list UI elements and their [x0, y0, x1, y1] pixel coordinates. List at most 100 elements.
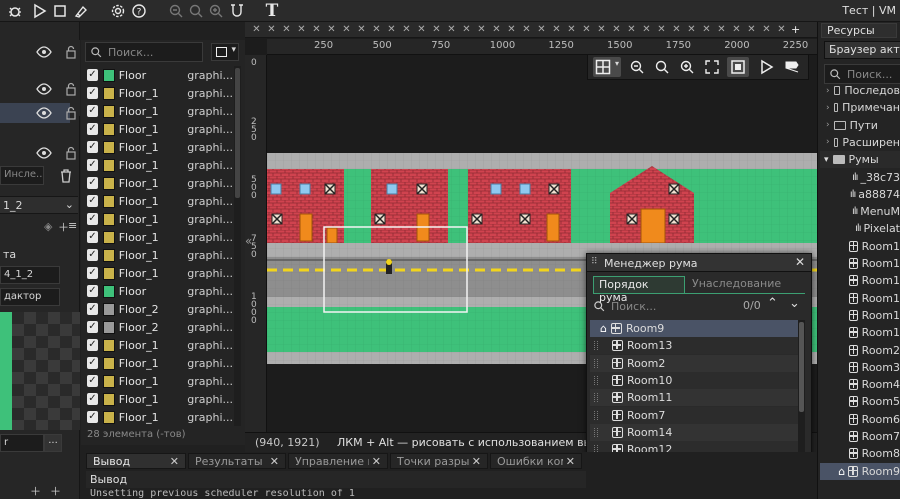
tab-close-icon[interactable]: ✕	[474, 24, 489, 35]
layer-row[interactable]: ✓ Floor graphi...	[81, 282, 233, 300]
room-list-item[interactable]: Room14	[590, 423, 798, 441]
chevron-right-icon[interactable]: ›	[826, 120, 830, 130]
resource-item[interactable]: Room1	[820, 307, 900, 324]
resource-item[interactable]: ⌂ Room9	[820, 462, 900, 480]
play-icon[interactable]	[30, 2, 48, 20]
room-list-item[interactable]: Room7	[590, 406, 798, 424]
resource-item[interactable]: Room1	[820, 238, 900, 255]
room-list-item[interactable]: Room2	[590, 354, 798, 372]
layer-row[interactable]: ✓ Floor_1 graphi...	[81, 408, 233, 426]
tab-close-icon[interactable]: ✕	[519, 24, 534, 35]
resource-item[interactable]: Room7	[820, 428, 900, 445]
eye-icon[interactable]	[36, 81, 52, 97]
resource-item[interactable]: Room2	[820, 342, 900, 359]
tab-close-icon[interactable]: ✕	[339, 24, 354, 35]
tab-close-icon[interactable]: ✕	[384, 24, 399, 35]
resource-item[interactable]: Room1	[820, 272, 900, 289]
drag-handle-icon[interactable]	[594, 427, 598, 437]
resource-item[interactable]: Room1	[820, 290, 900, 307]
tab-close-icon[interactable]: ✕	[399, 24, 414, 35]
resource-item[interactable]: ılı Pixelat	[820, 220, 900, 237]
tab-close-icon[interactable]: ✕	[609, 24, 624, 35]
layer-name-input[interactable]: Инсле...	[0, 166, 44, 185]
tab-close-icon[interactable]: ✕	[654, 24, 669, 35]
view-mode-dropdown[interactable]: ▾	[211, 43, 239, 61]
close-icon[interactable]: ✕	[472, 455, 481, 468]
layer-row[interactable]: ✓ Floor_2 graphi...	[81, 318, 233, 336]
zoom-in-icon[interactable]	[207, 2, 225, 20]
tab-close-icon[interactable]: ✕	[414, 24, 429, 35]
stop-icon[interactable]	[51, 2, 69, 20]
checkbox[interactable]: ✓	[87, 231, 98, 243]
zoom-out-icon[interactable]	[629, 59, 645, 75]
menu-icon[interactable]: ≡	[68, 219, 77, 232]
chevron-down-icon[interactable]: ▾	[824, 155, 829, 165]
layer-row[interactable]: ✓ Floor_1 graphi...	[81, 138, 233, 156]
room-list-item[interactable]: Room13	[590, 337, 798, 355]
tab-close-icon[interactable]: ✕	[444, 24, 459, 35]
layer-row[interactable]: ✓ Floor_1 graphi...	[81, 228, 233, 246]
tab-close-strip[interactable]: ✕ ✕ ✕ ✕ ✕ ✕ ✕ ✕ ✕ ✕ ✕ ✕ ✕ ✕ ✕ ✕ ✕ ✕ ✕ ✕ ✕ ✕ ✕ ✕ ✕ ✕ ✕ ✕ ✕ ✕ ✕ ✕ ✕ ✕ ✕ ✕	[249, 24, 789, 36]
drag-handle-icon[interactable]	[594, 375, 598, 385]
resource-item[interactable]: ılı a88874	[820, 186, 900, 203]
next-result-icon[interactable]: ⌄	[789, 296, 800, 311]
drag-handle-icon[interactable]	[594, 358, 598, 368]
fit-view-icon[interactable]	[704, 59, 720, 75]
checkbox[interactable]: ✓	[87, 375, 98, 387]
gear-icon[interactable]	[109, 2, 127, 20]
bottom-field[interactable]: r	[0, 434, 44, 452]
layer-row[interactable]: ✓ Floor_1 graphi...	[81, 156, 233, 174]
output-tab[interactable]: Ошибки комп...✕	[490, 453, 582, 469]
layer-row[interactable]: ✓ Floor_1 graphi...	[81, 174, 233, 192]
drag-handle-icon[interactable]	[594, 393, 598, 403]
close-icon[interactable]: ✕	[170, 455, 179, 468]
chevron-right-icon[interactable]: ›	[826, 137, 830, 147]
checkbox[interactable]: ✓	[87, 303, 98, 315]
checkbox[interactable]: ✓	[87, 159, 98, 171]
flag-icon[interactable]	[784, 59, 800, 75]
layer-row[interactable]: ✓ Floor_1 graphi...	[81, 372, 233, 390]
checkbox[interactable]: ✓	[87, 87, 98, 99]
tab-close-icon[interactable]: ✕	[549, 24, 564, 35]
zoom-reset-icon[interactable]	[187, 2, 205, 20]
field-3[interactable]: 4_1_2	[0, 266, 60, 284]
drag-handle-icon[interactable]	[594, 410, 598, 420]
layer-row[interactable]: ✓ Floor_1 graphi...	[81, 264, 233, 282]
checkbox[interactable]: ✓	[87, 123, 98, 135]
room-manager-titlebar[interactable]: ⠿ Менеджер рума ✕	[587, 254, 811, 272]
room-list-scrollbar[interactable]	[798, 320, 805, 462]
tab-close-icon[interactable]: ✕	[684, 24, 699, 35]
tab-close-icon[interactable]: ✕	[729, 24, 744, 35]
output-tab[interactable]: Точки разрыва✕	[390, 453, 488, 469]
room-list-item[interactable]: Room11	[590, 389, 798, 407]
checkbox[interactable]: ✓	[87, 357, 98, 369]
checkbox[interactable]: ✓	[87, 105, 98, 117]
checkbox[interactable]: ✓	[87, 285, 98, 297]
output-tab[interactable]: Вывод ✕	[86, 453, 186, 469]
resource-item[interactable]: › Расширен	[820, 134, 900, 151]
tab-close-icon[interactable]: ✕	[564, 24, 579, 35]
lock-icon[interactable]	[63, 81, 79, 97]
close-icon[interactable]: ✕	[270, 455, 279, 468]
checkbox[interactable]: ✓	[87, 195, 98, 207]
layer-row[interactable]: ✓ Floor_2 graphi...	[81, 300, 233, 318]
snap-icon[interactable]	[228, 2, 246, 20]
collapse-left-icon[interactable]: «	[245, 234, 252, 248]
eye-icon[interactable]	[36, 145, 52, 161]
close-icon[interactable]: ✕	[372, 455, 381, 468]
search-box[interactable]: Поиск...	[85, 42, 203, 62]
zoom-out-icon[interactable]	[167, 2, 185, 20]
tag-icon[interactable]: ◈	[44, 220, 52, 233]
tab-close-icon[interactable]: ✕	[624, 24, 639, 35]
lock-icon[interactable]	[63, 105, 79, 121]
field-1[interactable]: 1_2 ⌄	[0, 196, 78, 214]
text-tool-icon[interactable]: T	[263, 1, 281, 21]
layer-row[interactable]: ✓ Floor_1 graphi...	[81, 84, 233, 102]
layer-row[interactable]: ✓ Floor_1 graphi...	[81, 354, 233, 372]
tab-close-icon[interactable]: ✕	[489, 24, 504, 35]
resource-item[interactable]: Room5	[820, 393, 900, 410]
checkbox[interactable]: ✓	[87, 339, 98, 351]
tab-close-icon[interactable]: ✕	[639, 24, 654, 35]
layer-row[interactable]: ✓ Floor_1 graphi...	[81, 336, 233, 354]
grid-toggle-button[interactable]: ▾	[593, 57, 621, 77]
